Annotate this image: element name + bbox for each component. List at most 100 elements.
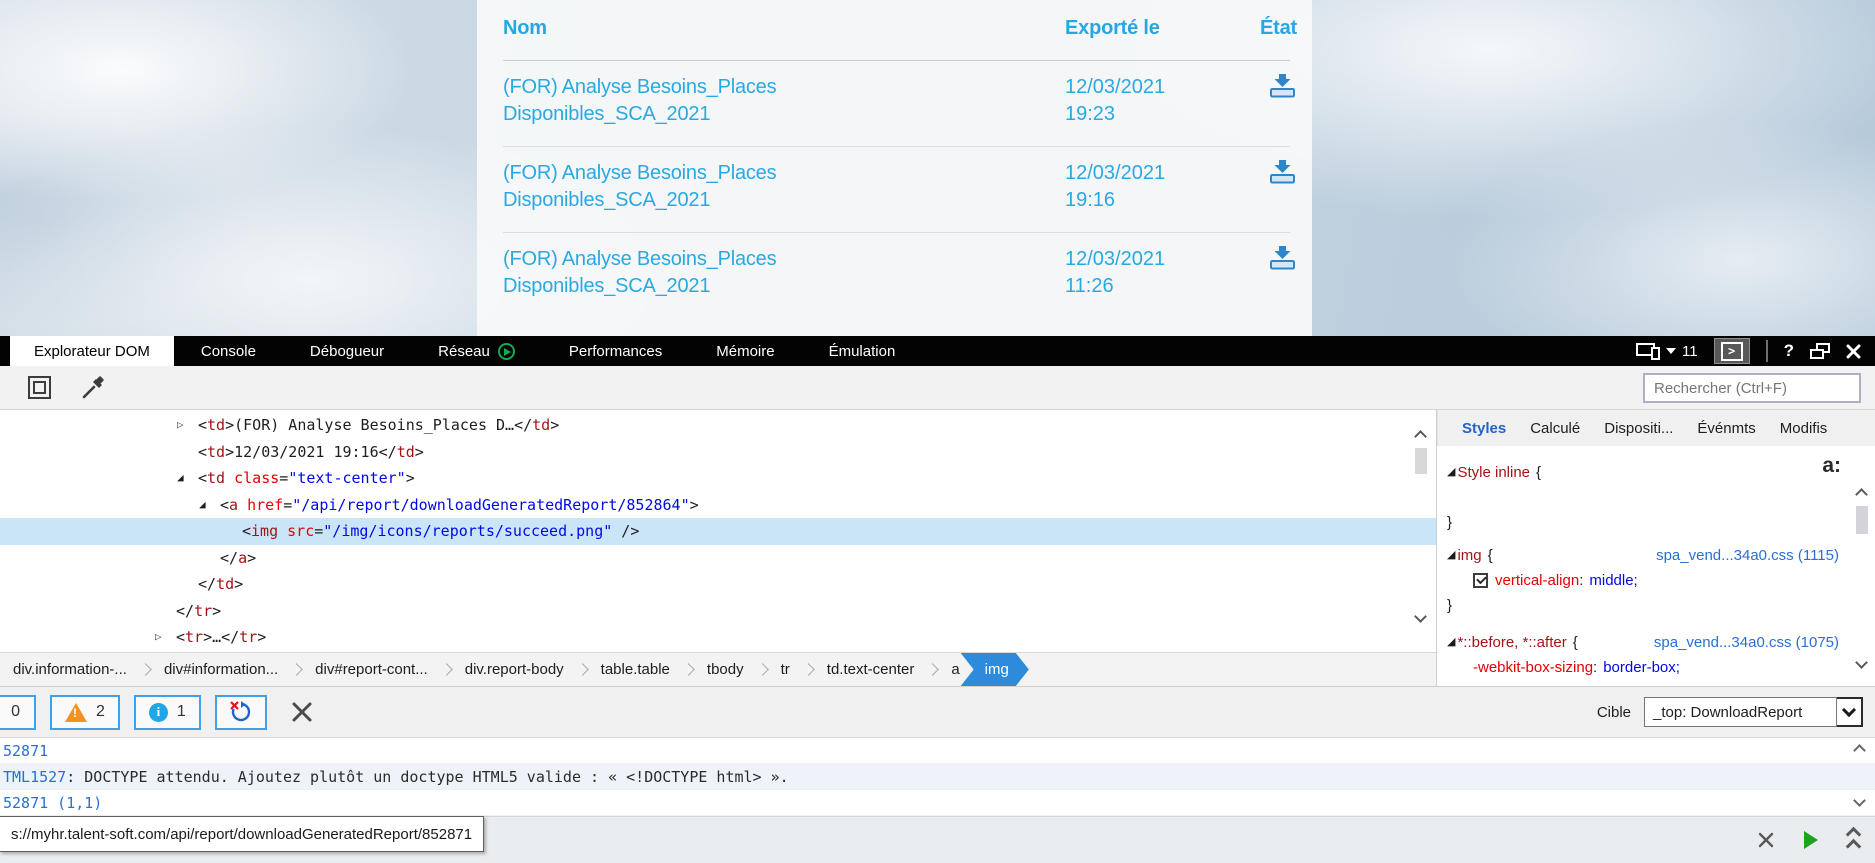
download-report-link[interactable] — [1268, 74, 1296, 103]
console-input-controls — [1758, 817, 1862, 863]
css-rule-selector[interactable]: ◢ Style inline{ — [1447, 460, 1843, 485]
dom-tree-scrollbar[interactable] — [1406, 410, 1436, 652]
run-script-icon[interactable] — [1804, 831, 1818, 849]
report-name: (FOR) Analyse Besoins_Places Disponibles… — [503, 162, 777, 211]
download-icon[interactable] — [1269, 246, 1296, 270]
color-picker-icon[interactable] — [80, 375, 106, 401]
css-rule-close: } — [1447, 597, 1453, 614]
chevron-down-icon — [1666, 348, 1677, 354]
target-select[interactable]: _top: DownloadReport — [1644, 697, 1863, 727]
console-warnings-button[interactable]: 2 — [50, 694, 120, 730]
tab-explorateur-dom[interactable]: Explorateur DOM — [10, 336, 174, 366]
report-table-header: Nom Exporté le État — [477, 0, 1312, 61]
column-header-nom: Nom — [503, 17, 547, 39]
collapse-arrow-icon[interactable]: ◢ — [177, 465, 184, 492]
ie-version: 11 — [1682, 342, 1698, 360]
open-console-button[interactable]: > — [1713, 338, 1750, 364]
monitor-phone-icon — [1636, 342, 1661, 360]
chevron-down-icon[interactable] — [1837, 697, 1863, 727]
screen: Nom Exporté le État (FOR) Analyse Besoin… — [0, 0, 1875, 863]
breadcrumb-item[interactable]: tr — [768, 653, 803, 686]
dom-tree-line[interactable]: </a> — [0, 545, 1436, 572]
tab-emulation[interactable]: Émulation — [802, 336, 923, 366]
dom-tree-line[interactable]: <img src="/img/icons/reports/succeed.png… — [0, 518, 1436, 545]
dom-tree-line[interactable]: ◢ <a href="/api/report/downloadGeneratedR… — [0, 492, 1436, 519]
console-messages: 52871 TML1527: DOCTYPE attendu. Ajoutez p… — [0, 738, 1875, 816]
clear-on-navigate-icon — [230, 701, 250, 722]
dom-tree-line[interactable]: </tr> — [0, 598, 1436, 625]
console-message: 52871 — [0, 738, 1875, 764]
download-report-link[interactable] — [1268, 160, 1296, 189]
scrollbar-thumb[interactable] — [1415, 448, 1427, 474]
breadcrumb-separator-icon — [926, 663, 940, 676]
console-prompt-icon: > — [1720, 341, 1743, 361]
expand-arrow-icon[interactable]: ▷ — [177, 412, 184, 439]
clear-console-button[interactable] — [291, 701, 313, 723]
tab-modifications[interactable]: Modifis — [1768, 420, 1840, 437]
css-file-link[interactable]: spa_vend...34a0.css (1115) — [1656, 543, 1843, 568]
console-target: Cible _top: DownloadReport — [1597, 697, 1875, 727]
tab-styles[interactable]: Styles — [1450, 420, 1518, 437]
styles-panel: Styles Calculé Dispositi... Événmts Modi… — [1437, 410, 1875, 686]
network-record-icon — [497, 342, 515, 360]
tab-console[interactable]: Console — [174, 336, 283, 366]
scroll-up-icon[interactable] — [1855, 488, 1868, 501]
collapse-arrow-icon[interactable]: ◢ — [1447, 460, 1455, 485]
tab-performances[interactable]: Performances — [542, 336, 689, 366]
browser-viewport: Nom Exporté le État (FOR) Analyse Besoin… — [0, 0, 1875, 336]
css-property[interactable]: vertical-align: middle; — [1447, 568, 1843, 593]
dom-tree-line[interactable]: ▷ <tr>…</tr> — [0, 624, 1436, 651]
console-errors-button[interactable]: 0 — [0, 694, 36, 730]
close-icon[interactable] — [1758, 832, 1774, 848]
scroll-up-icon[interactable] — [1414, 430, 1427, 443]
expand-arrow-icon[interactable]: ▷ — [155, 624, 162, 651]
tab-debogueur[interactable]: Débogueur — [283, 336, 411, 366]
tab-calcule[interactable]: Calculé — [1518, 420, 1592, 437]
css-rule-selector[interactable]: ◢ *::before, *::after{spa_vend...34a0.css… — [1447, 630, 1843, 655]
tab-memoire[interactable]: Mémoire — [689, 336, 801, 366]
css-rule-selector[interactable]: ◢ img{spa_vend...34a0.css (1115) — [1447, 543, 1843, 568]
styles-scrollbar[interactable] — [1849, 446, 1875, 686]
breadcrumb-item[interactable]: div.report-body — [452, 653, 577, 686]
breadcrumb-item[interactable]: table.table — [588, 653, 683, 686]
collapse-arrow-icon[interactable]: ◢ — [1447, 543, 1455, 568]
device-emulation-button[interactable]: 11 — [1636, 342, 1698, 360]
dom-tree-line[interactable]: <td>12/03/2021 19:16</td> — [0, 439, 1436, 466]
download-icon[interactable] — [1269, 160, 1296, 184]
breadcrumb-item[interactable]: td.text-center — [814, 653, 928, 686]
tab-evenements[interactable]: Événmts — [1685, 420, 1767, 437]
dom-tree-line[interactable]: ◢ <td class="text-center"> — [0, 465, 1436, 492]
breadcrumb-item[interactable]: div#report-cont... — [302, 653, 441, 686]
expand-input-icon[interactable] — [1845, 826, 1862, 854]
collapse-arrow-icon[interactable]: ◢ — [199, 492, 206, 519]
help-button[interactable]: ? — [1784, 341, 1794, 361]
tab-reseau[interactable]: Réseau — [411, 336, 542, 366]
tab-disposition[interactable]: Dispositi... — [1592, 420, 1685, 437]
undock-button[interactable] — [1810, 343, 1830, 359]
column-header-exporte-le: Exporté le — [1065, 17, 1160, 39]
collapse-arrow-icon[interactable]: ◢ — [1447, 630, 1455, 655]
dom-tree-line[interactable]: ▷ <td>(FOR) Analyse Besoins_Places D…</td… — [0, 412, 1436, 439]
download-icon[interactable] — [1269, 74, 1296, 98]
select-element-button[interactable] — [28, 376, 51, 399]
breadcrumb-item[interactable]: div.information-... — [0, 653, 140, 686]
scroll-down-icon[interactable] — [1414, 610, 1427, 623]
css-file-link[interactable]: spa_vend...34a0.css (1075) — [1654, 630, 1843, 655]
search-input[interactable] — [1643, 373, 1861, 403]
devtools-titlebar-controls: 11 > ? — [1636, 336, 1875, 366]
breadcrumb-item[interactable]: div#information... — [151, 653, 291, 686]
close-devtools-button[interactable] — [1846, 344, 1861, 359]
dom-tree-line[interactable]: </td> — [0, 571, 1436, 598]
property-checkbox[interactable] — [1473, 573, 1488, 588]
scroll-down-icon[interactable] — [1855, 656, 1868, 669]
breadcrumb-separator-icon — [682, 663, 695, 676]
breadcrumb-item[interactable]: tbody — [694, 653, 757, 686]
status-url-tooltip: s://myhr.talent-soft.com/api/report/down… — [0, 816, 485, 852]
download-report-link[interactable] — [1268, 246, 1296, 275]
dom-tree: ▷ <td>(FOR) Analyse Besoins_Places D…</td… — [0, 410, 1436, 652]
target-select-value[interactable]: _top: DownloadReport — [1644, 697, 1837, 727]
scrollbar-thumb[interactable] — [1856, 506, 1868, 534]
css-property[interactable]: -webkit-box-sizing: border-box; — [1447, 655, 1843, 680]
console-info-button[interactable]: i 1 — [133, 694, 201, 730]
clear-on-navigate-button[interactable] — [214, 694, 267, 730]
